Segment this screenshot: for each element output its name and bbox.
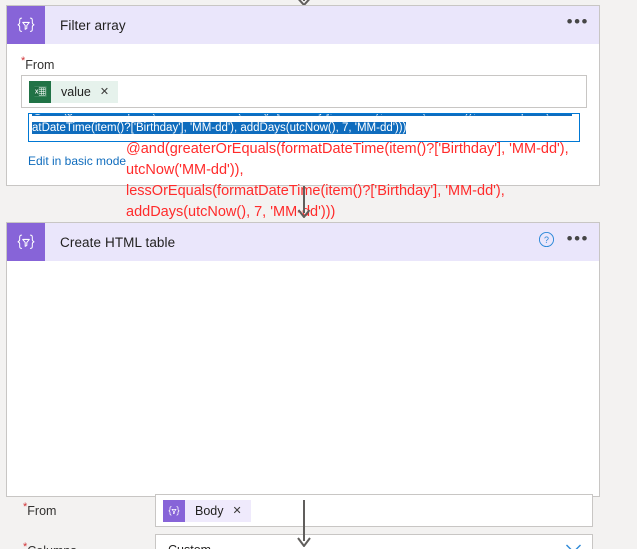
token-value-label: value: [61, 84, 91, 99]
connector-arrow-middle: [297, 186, 311, 218]
filter-array-header-actions: •••: [567, 6, 589, 44]
edit-in-basic-mode-link[interactable]: Edit in basic mode: [28, 154, 126, 168]
create-html-table-icon: [7, 223, 45, 261]
filter-expression-input[interactable]: @and(greaterOrEquals(formatDateTime(item…: [28, 113, 580, 142]
table-from-label-wrap: *From: [23, 502, 56, 520]
token-value-remove-button[interactable]: ✕: [100, 85, 118, 98]
create-html-table-card-title: Create HTML table: [60, 234, 176, 250]
create-html-table-card: Create HTML table ? ••• *From Body ✕ *: [6, 222, 600, 549]
create-html-table-card-header[interactable]: Create HTML table ? •••: [7, 223, 599, 261]
flow-designer-canvas: Filter array ••• *From X value ✕ atDateT…: [0, 0, 637, 549]
help-icon[interactable]: ?: [538, 231, 555, 253]
filter-from-input[interactable]: X value ✕: [21, 75, 587, 108]
create-html-table-more-menu-button[interactable]: •••: [567, 230, 589, 250]
token-value[interactable]: X value ✕: [29, 80, 119, 103]
table-columns-label: Columns: [27, 544, 76, 549]
annotation-expression-line-4: addDays(utcNow(), 7, 'MM-dd'))): [126, 204, 336, 220]
token-body-remove-button[interactable]: ✕: [233, 504, 251, 517]
svg-text:X: X: [34, 89, 38, 95]
filter-from-label: From: [25, 58, 55, 72]
filter-expression-value: @and(greaterOrEquals(formatDateTime(item…: [32, 114, 572, 134]
table-from-label: From: [27, 504, 57, 518]
excel-icon: X: [29, 80, 51, 103]
create-html-table-header-actions: ? •••: [538, 223, 589, 261]
table-columns-select[interactable]: Custom: [155, 534, 593, 549]
filter-array-more-menu-button[interactable]: •••: [567, 13, 589, 33]
chevron-down-icon[interactable]: [565, 543, 582, 549]
svg-text:?: ?: [544, 235, 549, 245]
dynamic-content-icon: [163, 499, 185, 522]
table-columns-selected-value: Custom: [168, 543, 211, 549]
table-columns-label-wrap: *Columns: [23, 542, 77, 549]
filter-array-card-header[interactable]: Filter array •••: [7, 6, 599, 44]
filter-array-icon: [7, 6, 45, 44]
filter-from-label-wrap: *From: [21, 56, 54, 74]
filter-array-card-title: Filter array: [60, 17, 126, 33]
table-from-input[interactable]: Body ✕: [155, 494, 593, 527]
filter-array-card: Filter array ••• *From X value ✕ atDateT…: [6, 5, 600, 186]
token-body[interactable]: Body ✕: [163, 499, 251, 522]
token-body-label: Body: [195, 503, 224, 518]
